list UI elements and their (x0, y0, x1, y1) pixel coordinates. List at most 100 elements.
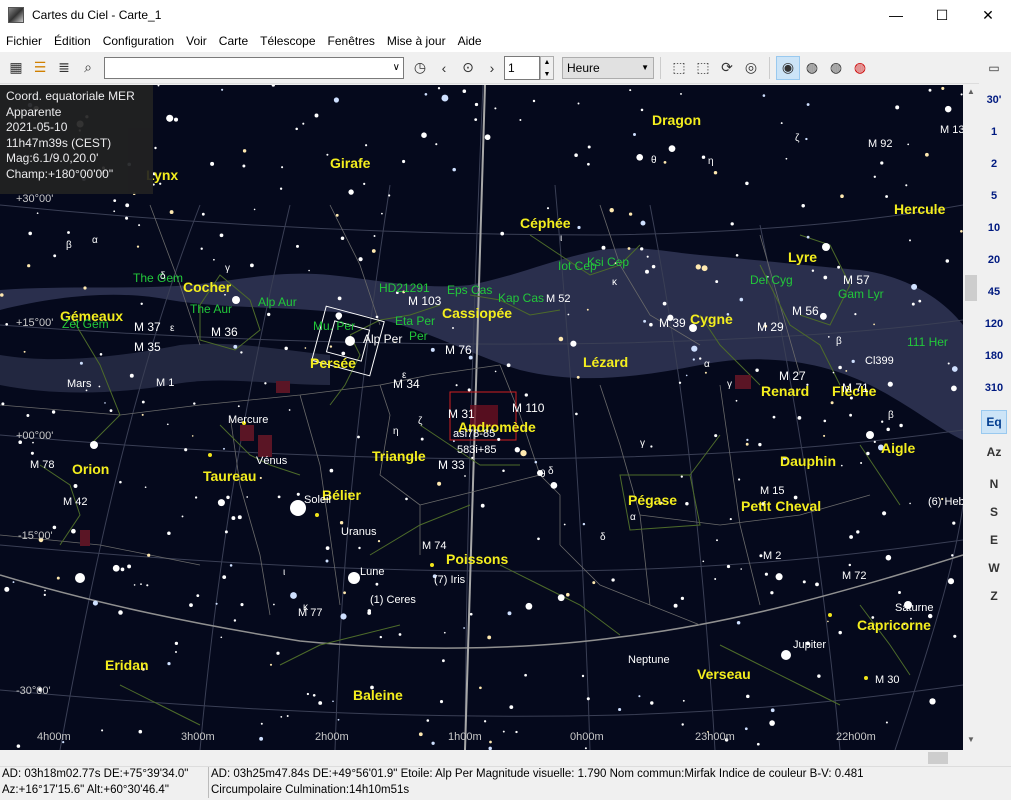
fov-180deg-button[interactable]: 180 (979, 350, 1009, 370)
menu-telescope[interactable]: Télescope (254, 30, 321, 52)
equatorial-mode-button[interactable]: Eq (981, 410, 1007, 434)
star (886, 427, 890, 432)
fov-10deg-button[interactable]: 10 (979, 222, 1009, 242)
menu-mise-a-jour[interactable]: Mise à jour (381, 30, 452, 52)
step-forward-icon[interactable]: › (480, 56, 504, 80)
maximize-button[interactable]: ☐ (919, 0, 965, 30)
fov-120deg-button[interactable]: 120 (979, 318, 1009, 338)
target-icon[interactable]: ◎ (739, 56, 763, 80)
panel-toggle-icon[interactable]: ▭ (981, 56, 1007, 80)
menu-fichier[interactable]: Fichier (0, 30, 48, 52)
clock-icon[interactable]: ◷ (408, 56, 432, 80)
star (848, 563, 852, 567)
star (53, 254, 57, 258)
star (489, 740, 492, 744)
star (337, 718, 340, 721)
time-step-spinner[interactable]: ▲ ▼ (540, 55, 554, 80)
telescope-connect-icon[interactable]: ◉ (776, 55, 800, 80)
menu-voir[interactable]: Voir (180, 30, 213, 52)
fov-1deg-button[interactable]: 1 (979, 126, 1009, 146)
star (755, 368, 759, 372)
nebula-label: asi78-85 (453, 428, 495, 440)
star (947, 362, 950, 365)
minimize-button[interactable]: — (873, 0, 919, 30)
star (367, 611, 372, 615)
star (557, 594, 565, 602)
altaz-mode-button[interactable]: Az (981, 440, 1007, 464)
zoom-out-icon[interactable]: ⬚ (691, 56, 715, 80)
menu-aide[interactable]: Aide (452, 30, 488, 52)
star (691, 345, 698, 352)
menu-configuration[interactable]: Configuration (97, 30, 180, 52)
star (398, 633, 402, 636)
greek-letter-label: η (708, 156, 714, 167)
object-label: M 74 (422, 540, 446, 552)
star (898, 591, 901, 594)
rotate-icon[interactable]: ⟳ (715, 56, 739, 80)
menu-carte[interactable]: Carte (213, 30, 254, 52)
zoom-in-icon[interactable]: ⬚ (667, 56, 691, 80)
star (735, 253, 739, 257)
step-back-icon[interactable]: ‹ (432, 56, 456, 80)
star (494, 107, 497, 110)
menu-fenetres[interactable]: Fenêtres (322, 30, 381, 52)
menu-edition[interactable]: Édition (48, 30, 97, 52)
ra-grid-label: 1h00m (448, 731, 482, 743)
star (325, 546, 330, 550)
object-list-icon[interactable]: ☰ (28, 56, 52, 80)
star (318, 701, 323, 705)
telescope-sync-icon[interactable]: ◍ (824, 56, 848, 80)
fov-20deg-button[interactable]: 20 (979, 254, 1009, 274)
fov-30min-button[interactable]: 30' (979, 94, 1009, 114)
sky-chart[interactable]: Dragon Girafe Lynx Céphée Cocher Cassiopée Lyr… (0, 85, 963, 750)
telescope-slew-icon[interactable]: ◍ (800, 56, 824, 80)
fov-5deg-button[interactable]: 5 (979, 190, 1009, 210)
constellation-label: Taureau (203, 468, 256, 484)
telescope-abort-icon[interactable]: ◍ (848, 56, 872, 80)
chevron-down-icon[interactable]: ∨ (393, 62, 400, 73)
star (759, 554, 763, 558)
chart-info-panel: Coord. equatoriale MER Apparente 2021-05… (0, 85, 153, 194)
horizontal-scrollbar[interactable] (0, 750, 963, 766)
close-button[interactable]: ✕ (965, 0, 1011, 30)
star (907, 143, 910, 146)
time-unit-select[interactable]: Heure ▼ (562, 56, 654, 79)
object-label: Mars (67, 378, 92, 390)
search-icon[interactable]: ⌕ (76, 56, 100, 80)
star (822, 243, 830, 251)
selected-star-label: Alp Per (363, 332, 402, 346)
star (758, 442, 762, 447)
constellation-label: Poissons (446, 551, 508, 567)
star (418, 732, 423, 737)
direction-north-button[interactable]: N (981, 472, 1007, 496)
star (463, 627, 465, 629)
fov-2deg-button[interactable]: 2 (979, 158, 1009, 178)
star (643, 319, 647, 323)
constellation-label: Renard (761, 383, 809, 399)
star (873, 175, 876, 178)
star (941, 86, 945, 90)
star (685, 501, 689, 506)
now-icon[interactable]: ⊙ (456, 56, 480, 80)
horizontal-scroll-thumb[interactable] (928, 752, 948, 764)
scroll-up-icon[interactable]: ▲ (963, 87, 979, 96)
direction-west-button[interactable]: W (981, 556, 1007, 580)
star (570, 340, 577, 347)
fov-45deg-button[interactable]: 45 (979, 286, 1009, 306)
direction-zenith-button[interactable]: Z (981, 584, 1007, 608)
time-step-input[interactable]: 1 (504, 55, 540, 80)
vertical-scroll-thumb[interactable] (965, 275, 977, 301)
star (377, 539, 381, 543)
star (169, 210, 174, 215)
direction-east-button[interactable]: E (981, 528, 1007, 552)
scroll-down-icon[interactable]: ▼ (963, 735, 979, 744)
direction-south-button[interactable]: S (981, 500, 1007, 524)
vertical-scrollbar[interactable]: ▲ ▼ (963, 85, 979, 750)
star (762, 94, 766, 97)
star (650, 701, 654, 705)
calendar-icon[interactable]: ▦ (4, 56, 28, 80)
search-input[interactable]: ∨ (104, 56, 404, 79)
status-bar: AD: 03h18m02.77s DE:+75°39'34.0" Az:+16°… (0, 766, 1011, 800)
fov-310deg-button[interactable]: 310 (979, 382, 1009, 402)
list-icon[interactable]: ≣ (52, 56, 76, 80)
